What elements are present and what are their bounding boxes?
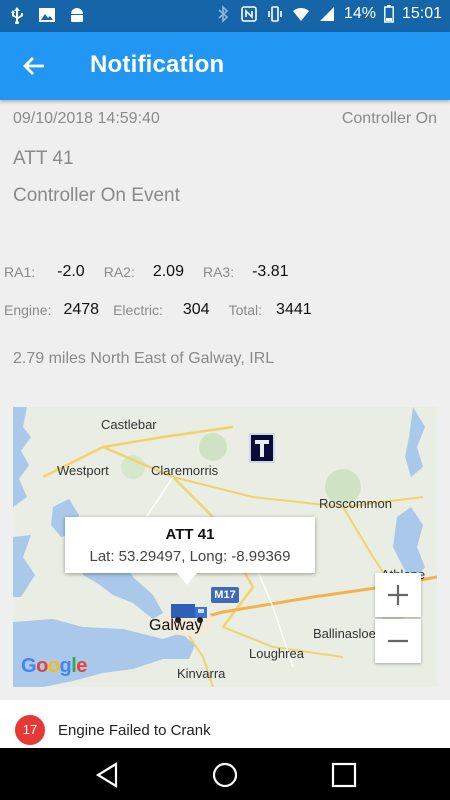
map-label-loughrea: Loughrea [249, 646, 304, 661]
ra1-label: RA1: [4, 264, 36, 280]
recents-nav-icon[interactable] [329, 760, 359, 790]
readings-row-hours: Engine: 2478 Electric: 304 Total: 3441 [4, 298, 312, 322]
readings-row-ra: RA1: -2.0 RA2: 2.09 RA3: -3.81 [4, 260, 289, 284]
electric-label: Electric: [113, 302, 163, 318]
map-label-roscommon: Roscommon [319, 496, 392, 511]
map-label-ballinasloe: Ballinasloe [313, 626, 376, 641]
zoom-out-button[interactable] [375, 619, 421, 663]
wifi-icon [292, 7, 309, 21]
navigation-bar [0, 748, 450, 800]
zoom-in-button[interactable] [375, 573, 421, 617]
page-title: Notification [90, 51, 225, 78]
map-label-claremorris: Claremorris [151, 463, 219, 478]
total-label: Total: [228, 302, 263, 318]
map-label-westport: Westport [57, 463, 109, 478]
map-label-castlebar: Castlebar [101, 417, 157, 432]
battery-percent: 14% [343, 5, 376, 22]
location-description: 2.79 miles North East of Galway, IRL [13, 350, 275, 367]
t-marker-icon[interactable] [249, 433, 275, 463]
battery-icon [384, 5, 394, 23]
plus-icon [388, 585, 408, 605]
electric-value: 304 [182, 301, 210, 318]
signal-icon [319, 7, 334, 21]
info-window-pointer [177, 573, 197, 585]
timestamp: 09/10/2018 14:59:40 [13, 110, 160, 127]
count-badge: 17 [15, 715, 45, 745]
road-shield: M17 [211, 587, 239, 603]
bluetooth-icon [218, 5, 229, 23]
info-window-title: ATT 41 [165, 526, 215, 543]
clock: 15:01 [401, 5, 442, 22]
google-logo: Google [21, 655, 87, 677]
info-window-coords: Lat: 53.29497, Long: -8.99369 [89, 548, 291, 565]
back-nav-icon[interactable] [92, 760, 122, 790]
ra3-value: -3.81 [252, 263, 289, 280]
ra2-value: 2.09 [152, 263, 184, 280]
android-icon [71, 8, 83, 22]
image-icon [39, 8, 55, 22]
ra2-label: RA2: [103, 264, 135, 280]
nfc-icon [241, 6, 257, 22]
home-nav-icon[interactable] [210, 760, 240, 790]
truck-marker-icon[interactable] [169, 599, 211, 625]
t-logo-icon [255, 440, 269, 457]
total-value: 3441 [276, 301, 312, 318]
usb-icon [11, 7, 23, 24]
event-description: Controller On Event [13, 185, 180, 206]
engine-value: 2478 [63, 301, 100, 318]
list-item[interactable]: 17 Engine Failed to Crank [0, 700, 450, 748]
app-bar: Notification [0, 32, 450, 100]
minus-icon [388, 639, 408, 643]
ra3-label: RA3: [202, 264, 235, 280]
back-arrow-icon[interactable] [18, 50, 50, 82]
event-type: Controller On [341, 110, 437, 127]
notification-detail: 09/10/2018 14:59:40 Controller On ATT 41… [0, 100, 450, 700]
engine-label: Engine: [4, 302, 52, 318]
ra1-value: -2.0 [57, 263, 85, 280]
list-item-label: Engine Failed to Crank [58, 722, 211, 739]
vibrate-icon [268, 6, 282, 22]
map-info-window[interactable]: ATT 41 Lat: 53.29497, Long: -8.99369 [65, 517, 315, 573]
map-view[interactable]: Castlebar Westport Claremorris Roscommon… [13, 407, 437, 687]
unit-name: ATT 41 [13, 148, 74, 169]
status-bar: 14% 15:01 [0, 0, 450, 32]
map-label-kinvarra: Kinvarra [177, 666, 226, 681]
